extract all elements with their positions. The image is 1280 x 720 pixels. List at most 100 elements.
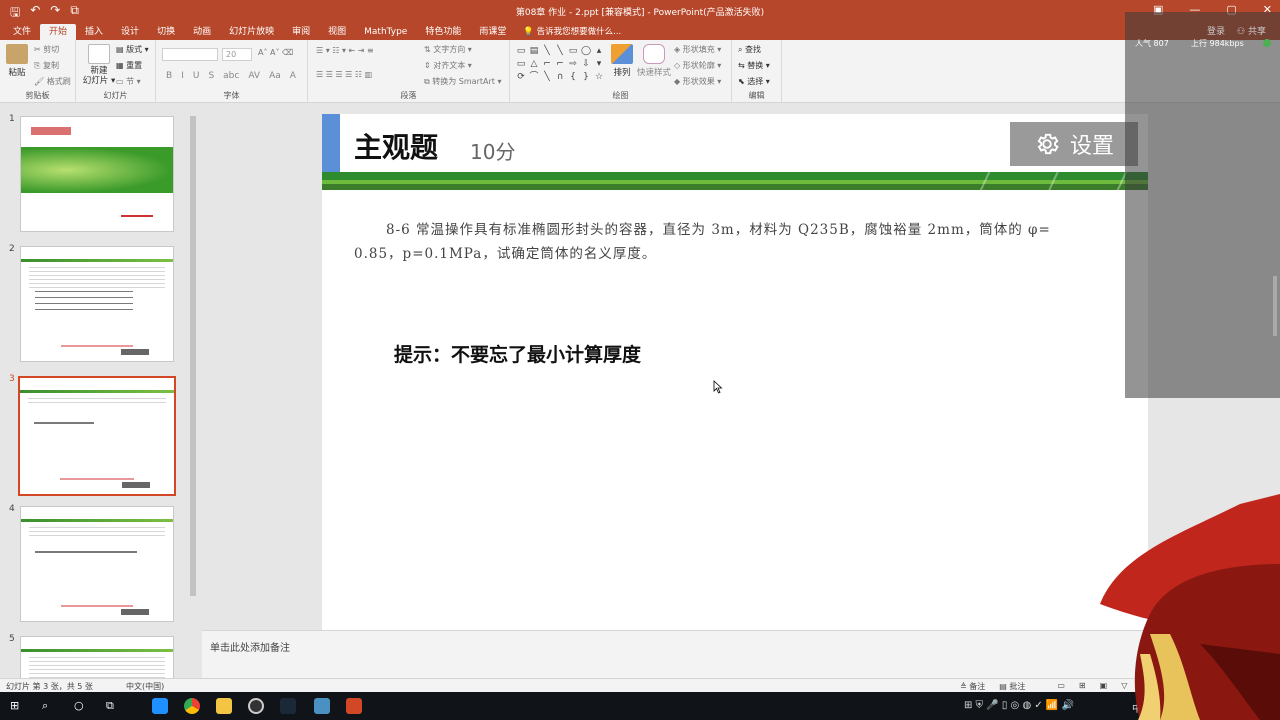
- tab-insert[interactable]: 插入: [76, 24, 112, 40]
- tray-icons[interactable]: ⊞ ⛨ 🎤 ▯ ◎ ◍ ✓ 📶 🔊: [964, 700, 1074, 711]
- ribbon-tabs: 文件 开始 插入 设计 切换 动画 幻灯片放映 审阅 视图 MathType 特…: [0, 22, 1280, 40]
- normal-view-icon[interactable]: ▭: [1057, 681, 1065, 692]
- steam-icon[interactable]: [280, 698, 296, 714]
- start-icon[interactable]: ⊞: [10, 699, 19, 712]
- tab-rain-classroom[interactable]: 雨课堂: [470, 24, 515, 40]
- language-indicator[interactable]: 中文(中国): [126, 681, 164, 692]
- shape-outline-button[interactable]: ◇ 形状轮廓 ▾: [674, 60, 721, 71]
- font-color-button[interactable]: A: [290, 71, 296, 81]
- popularity-count: 人气 807: [1135, 39, 1169, 48]
- file-explorer-icon[interactable]: [216, 698, 232, 714]
- new-slide-button[interactable]: 新建 幻灯片 ▾: [82, 44, 116, 86]
- tab-view[interactable]: 视图: [319, 24, 355, 40]
- live-status-dot: [1263, 39, 1271, 47]
- group-paragraph: ☰ ▾ ☷ ▾ ⇤ ⇥ ≡ ☰ ☰ ☰ ☰ ☷ ▥ ⇅ 文字方向 ▾ ⇕ 对齐文…: [308, 40, 510, 103]
- tab-animations[interactable]: 动画: [184, 24, 220, 40]
- slide-thumbnail-5[interactable]: [20, 636, 174, 678]
- slide-number: 4: [9, 504, 15, 514]
- paste-button[interactable]: 粘贴: [4, 44, 30, 78]
- shape-fill-button[interactable]: ◈ 形状填充 ▾: [674, 44, 721, 55]
- format-painter-button[interactable]: 🖌 格式刷: [34, 76, 71, 87]
- slide-thumbnail-1[interactable]: [20, 116, 174, 232]
- window-title: 第08章 作业 - 2.ppt [兼容模式] - PowerPoint(产品激活…: [515, 8, 765, 18]
- select-button[interactable]: ⬉ 选择 ▾: [738, 76, 770, 87]
- font-name-field[interactable]: [162, 48, 218, 61]
- arrange-icon: [611, 44, 633, 64]
- university-logo: [31, 127, 71, 135]
- list-buttons[interactable]: ☰ ▾ ☷ ▾ ⇤ ⇥ ≡: [316, 46, 374, 55]
- tab-review[interactable]: 审阅: [283, 24, 319, 40]
- sorter-view-icon[interactable]: ⊞: [1079, 681, 1086, 692]
- comments-toggle[interactable]: ▤ 批注: [999, 681, 1025, 692]
- footer-text: [121, 215, 153, 217]
- powerpoint-icon[interactable]: [346, 698, 362, 714]
- notes-toggle[interactable]: ≜ 备注: [960, 681, 985, 692]
- shapes-gallery[interactable]: ▭ ▤ ╲ ╲ ▭ ◯ ▴ ▭ △ ⌐ ⌐ ⇨ ⇩ ▾ ⟳ ⌒ ╲ ∩{} ☆: [515, 45, 605, 83]
- change-case-button[interactable]: Aa: [269, 71, 281, 81]
- thumbnail-scrollbar[interactable]: [188, 106, 198, 676]
- slide-thumbnail-4[interactable]: [20, 506, 174, 622]
- title-banner: [21, 147, 173, 193]
- slide-thumbnail-2[interactable]: [20, 246, 174, 362]
- tab-features[interactable]: 特色功能: [416, 24, 470, 40]
- tab-transitions[interactable]: 切换: [148, 24, 184, 40]
- align-text-button[interactable]: ⇕ 对齐文本 ▾: [424, 60, 472, 71]
- ribbon-home: 粘贴 ✂ 剪切 ⎘ 复制 🖌 格式刷 剪贴板 新建 幻灯片 ▾ ▤ 版式 ▾ ▦ …: [0, 40, 1280, 103]
- tab-slideshow[interactable]: 幻灯片放映: [220, 24, 283, 40]
- settings-label: 设置: [1069, 134, 1114, 159]
- strikethrough-button[interactable]: abc: [223, 71, 239, 81]
- slide-thumbnail-3[interactable]: [18, 376, 176, 496]
- tell-me-search[interactable]: 💡 告诉我您想要做什么...: [515, 24, 621, 40]
- app-icon[interactable]: [314, 698, 330, 714]
- quick-styles-button[interactable]: 快速样式: [636, 44, 672, 78]
- font-grow-shrink[interactable]: A˄ A˅ ⌫: [258, 48, 293, 57]
- arrange-button[interactable]: 排列: [608, 44, 636, 78]
- reset-button[interactable]: ▦ 重置: [116, 60, 142, 71]
- align-buttons[interactable]: ☰ ☰ ☰ ☰ ☷ ▥: [316, 70, 372, 79]
- chrome-icon[interactable]: [184, 698, 200, 714]
- slide-title: 主观题: [354, 131, 439, 164]
- cut-button[interactable]: ✂ 剪切: [34, 44, 59, 55]
- share-button[interactable]: ⚇ 共享: [1237, 24, 1266, 37]
- status-bar: 幻灯片 第 3 张，共 5 张 中文(中国) ≜ 备注 ▤ 批注 ▭ ⊞ ▣ ▽: [0, 678, 1280, 692]
- strike-button[interactable]: S: [208, 71, 214, 81]
- search-icon[interactable]: ⌕: [42, 699, 48, 713]
- find-button[interactable]: ⌕ 查找: [738, 44, 761, 55]
- slide-number: 1: [9, 114, 15, 124]
- tab-home[interactable]: 开始: [40, 24, 77, 40]
- slide-thumbnail-pane: 1 2 3 4 5: [0, 104, 200, 678]
- font-format-row: B I U S abc AV Aa A: [166, 71, 296, 81]
- current-slide[interactable]: 主观题 10分 设置 8-6 常温操作具有标准椭圆形封头的容器，直径为 3m，材…: [322, 114, 1148, 630]
- login-link[interactable]: 登录: [1207, 24, 1225, 37]
- gear-icon: [1037, 133, 1059, 155]
- tab-mathtype[interactable]: MathType: [355, 24, 416, 40]
- windows-taskbar: ⊞ ⌕ ○ ⧉ ⊞ ⛨ 🎤 ▯ ◎ ◍ ✓ 📶 🔊 中 202: [0, 692, 1280, 720]
- replace-button[interactable]: ⇆ 替换 ▾: [738, 60, 770, 71]
- problem-text: 8-6 常温操作具有标准椭圆形封头的容器，直径为 3m，材料为 Q235B，腐蚀…: [354, 218, 1124, 266]
- tab-file[interactable]: 文件: [4, 24, 40, 40]
- layout-button[interactable]: ▤ 版式 ▾: [116, 44, 149, 55]
- char-spacing-button[interactable]: AV: [248, 71, 260, 81]
- smartart-button[interactable]: ⧉ 转换为 SmartArt ▾: [424, 76, 501, 87]
- group-slides: 新建 幻灯片 ▾ ▤ 版式 ▾ ▦ 重置 ▭ 节 ▾ 幻灯片: [76, 40, 156, 103]
- italic-button[interactable]: I: [181, 71, 184, 81]
- group-clipboard: 粘贴 ✂ 剪切 ⎘ 复制 🖌 格式刷 剪贴板: [0, 40, 76, 103]
- shape-effects-button[interactable]: ◆ 形状效果 ▾: [674, 76, 721, 87]
- text-direction-button[interactable]: ⇅ 文字方向 ▾: [424, 44, 472, 55]
- slide-counter: 幻灯片 第 3 张，共 5 张: [6, 682, 93, 691]
- task-view-icon[interactable]: ⧉: [106, 699, 114, 713]
- bold-button[interactable]: B: [166, 71, 172, 81]
- slide-number: 2: [9, 244, 15, 254]
- overlay-scrollbar[interactable]: [1271, 96, 1279, 386]
- slide-score: 10分: [470, 140, 516, 164]
- settings-button[interactable]: 设置: [1010, 122, 1138, 166]
- cortana-icon[interactable]: ○: [74, 699, 84, 712]
- media-app-icon[interactable]: [248, 698, 264, 714]
- stream-overlay-panel: 登录 ⚇ 共享 人气 807 上行 984kbps: [1125, 12, 1280, 398]
- edge-icon[interactable]: [152, 698, 168, 714]
- tab-design[interactable]: 设计: [112, 24, 148, 40]
- font-size-field[interactable]: 20: [222, 48, 252, 61]
- underline-button[interactable]: U: [193, 71, 200, 81]
- copy-button[interactable]: ⎘ 复制: [34, 60, 59, 71]
- section-button[interactable]: ▭ 节 ▾: [116, 76, 141, 87]
